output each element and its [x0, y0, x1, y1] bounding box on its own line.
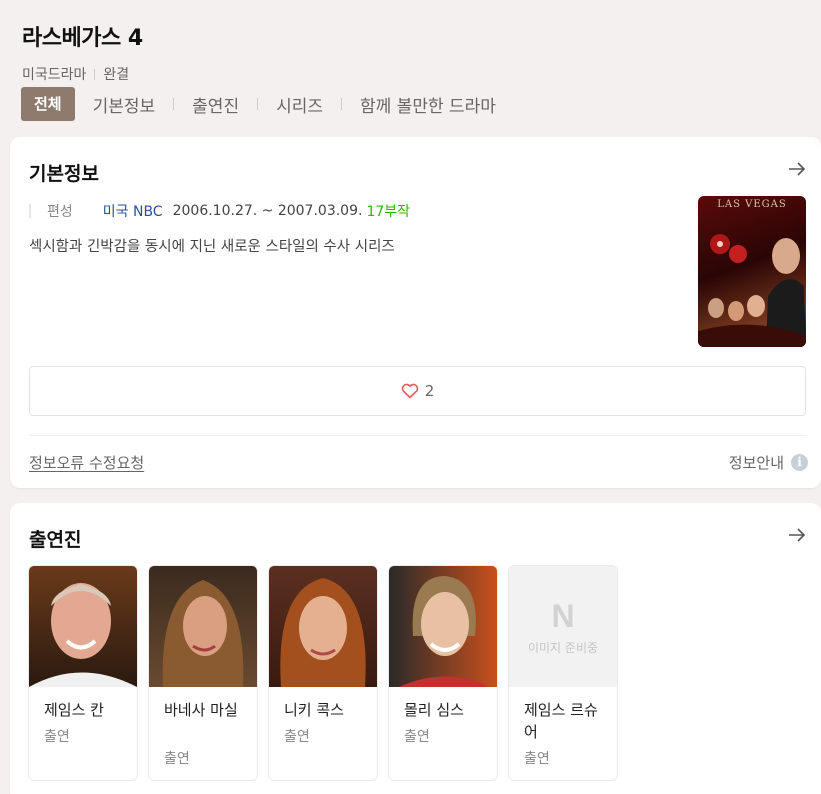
poster-image[interactable]: LAS VEGAS [698, 196, 806, 347]
cast-list: 제임스 칸 출연 바네사 마실 출연 니키 콕스 출연 몰리 심스 출연 N 이… [28, 565, 628, 781]
cast-title: 출연진 [29, 529, 82, 551]
tab-basic-info[interactable]: 기본정보 [89, 92, 160, 117]
tab-divider [257, 98, 259, 110]
cast-member[interactable]: 제임스 칸 출연 [28, 565, 138, 781]
tab-divider [341, 98, 343, 110]
arrow-right-icon[interactable] [787, 159, 807, 179]
meta-divider [94, 68, 96, 80]
info-icon: i [791, 454, 808, 471]
tab-series[interactable]: 시리즈 [272, 92, 327, 117]
no-image-placeholder: N 이미지 준비중 [509, 566, 617, 687]
heart-icon [401, 383, 418, 399]
cast-role: 출연 [44, 729, 70, 745]
meta-line: 미국드라마 완결 [22, 64, 821, 84]
cast-photo [149, 566, 257, 687]
basic-info-card: 기본정보 편성 미국 NBC 2006.10.27. ~ 2007.03.09.… [10, 137, 821, 488]
arrow-right-icon[interactable] [787, 525, 807, 545]
info-bar [29, 204, 31, 218]
genre-label: 미국드라마 [22, 67, 87, 83]
cast-member[interactable]: 몰리 심스 출연 [388, 565, 498, 781]
cast-member[interactable]: N 이미지 준비중 제임스 르슈어 출연 [508, 565, 618, 781]
basic-info-title: 기본정보 [29, 163, 99, 185]
portrait-image [280, 578, 366, 687]
description: 섹시함과 긴박감을 동시에 지닌 새로운 스타일의 수사 시리즈 [29, 239, 395, 255]
fix-request-link[interactable]: 정보오류 수정요청 [29, 452, 144, 473]
portrait-image [399, 576, 489, 687]
cast-name: 몰리 심스 [404, 701, 464, 719]
tab-divider [173, 98, 175, 110]
network-link[interactable]: 미국 NBC [103, 201, 163, 221]
placeholder-logo-icon: N [551, 597, 575, 634]
placeholder-text: 이미지 준비중 [527, 640, 599, 655]
portrait-image [162, 580, 244, 687]
cast-role: 출연 [164, 751, 190, 767]
like-count: 2 [424, 382, 435, 400]
cast-member[interactable]: 니키 콕스 출연 [268, 565, 378, 781]
tab-cast[interactable]: 출연진 [188, 92, 243, 117]
poster-art [698, 234, 806, 347]
cast-member[interactable]: 바네사 마실 출연 [148, 565, 258, 781]
cast-name: 제임스 칸 [44, 701, 104, 719]
status-label: 완결 [103, 67, 130, 83]
cast-role: 출연 [284, 729, 310, 745]
page-title: 라스베가스 4 [22, 26, 143, 51]
info-guide-label: 정보안내 [728, 454, 784, 472]
card-divider [29, 435, 806, 436]
episode-count: 17부작 [366, 204, 411, 220]
cast-photo [389, 566, 497, 687]
cast-photo [269, 566, 377, 687]
cast-card: 출연진 제임스 칸 출연 바네사 마실 출연 니키 콕스 출연 몰리 심스 출연… [10, 503, 821, 794]
tab-related-dramas[interactable]: 함께 볼만한 드라마 [356, 92, 500, 117]
info-key: 편성 [47, 204, 73, 220]
portrait-image [29, 583, 137, 687]
tab-bar: 전체 기본정보 출연진 시리즈 함께 볼만한 드라마 [21, 87, 500, 121]
page-header: 라스베가스 4 미국드라마 완결 [22, 20, 821, 84]
cast-name: 제임스 르슈어 [524, 701, 598, 741]
cast-name: 바네사 마실 [164, 701, 238, 719]
cast-role: 출연 [524, 751, 550, 767]
like-button[interactable]: 2 [29, 366, 806, 416]
air-dates: 2006.10.27. ~ 2007.03.09. [172, 203, 363, 219]
tab-all[interactable]: 전체 [21, 87, 75, 121]
info-guide-button[interactable]: 정보안내 i [729, 452, 808, 473]
cast-name: 니키 콕스 [284, 701, 344, 719]
broadcast-info: 편성 미국 NBC 2006.10.27. ~ 2007.03.09. 17부작 [29, 201, 410, 221]
cast-role: 출연 [404, 729, 430, 745]
cast-photo [29, 566, 137, 687]
